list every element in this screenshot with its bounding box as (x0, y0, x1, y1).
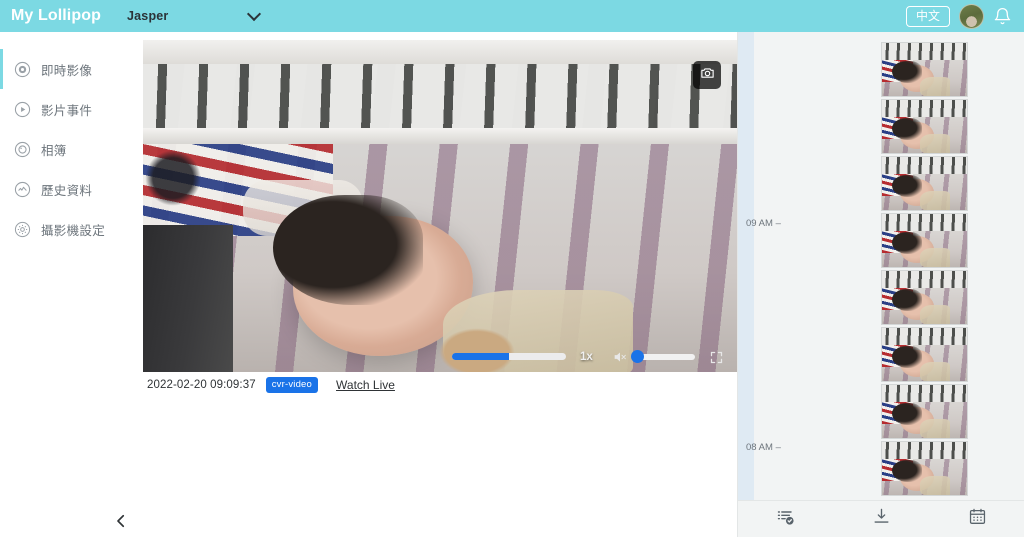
chevron-left-icon[interactable] (112, 512, 130, 530)
video-player[interactable] (143, 40, 737, 372)
active-indicator (0, 169, 3, 209)
video-frame (143, 40, 737, 372)
watch-live-link[interactable]: Watch Live (336, 378, 395, 392)
thumb-blanket-decor (920, 77, 950, 96)
sidebar-item-video-events[interactable]: 影片事件 (0, 89, 143, 129)
active-indicator (0, 89, 3, 129)
sidebar-item-label: 歷史資料 (41, 182, 93, 198)
play-circle-icon (14, 101, 31, 118)
sidebar-item-label: 即時影像 (41, 62, 93, 78)
child-selector-label: Jasper (126, 9, 169, 23)
thumbnail-item[interactable] (881, 99, 968, 154)
thumb-hair-decor (892, 175, 922, 197)
thumb-hair-decor (892, 289, 922, 311)
album-icon (14, 141, 31, 158)
sidebar-item-label: 攝影機設定 (41, 222, 106, 238)
timeline-track[interactable] (738, 32, 754, 500)
thumb-rail-decor (882, 157, 967, 174)
app-header: My Lollipop Jasper 中文 (0, 0, 1024, 32)
baby-hair-decor (273, 195, 423, 305)
speaker-muted-icon[interactable] (611, 349, 629, 365)
chevron-down-icon (246, 6, 261, 21)
video-controls: 1x (143, 340, 737, 372)
language-button[interactable]: 中文 (905, 5, 950, 27)
thumbnail-item[interactable] (881, 384, 968, 439)
thumbnail-item[interactable] (881, 42, 968, 97)
thumb-blanket-decor (920, 362, 950, 381)
download-button[interactable] (834, 501, 930, 537)
crib-lower-rail-decor (143, 128, 737, 144)
thumbnail-item[interactable] (881, 441, 968, 496)
app-root: My Lollipop Jasper 中文 即時影像 影片事件 相簿 歷史資料 … (0, 0, 1024, 537)
sidebar: 即時影像 影片事件 相簿 歷史資料 攝影機設定 (0, 32, 143, 537)
camera-icon (700, 65, 715, 85)
snapshot-button[interactable] (693, 61, 721, 89)
thumb-hair-decor (892, 403, 922, 425)
thumb-rail-decor (882, 328, 967, 345)
panel-bottom-toolbar (738, 500, 1024, 537)
sidebar-item-label: 相簿 (41, 142, 67, 158)
sidebar-item-label: 影片事件 (41, 102, 93, 118)
thumb-hair-decor (892, 232, 922, 254)
list-check-icon (776, 507, 796, 532)
timeline-hour-label: 09 AM – (746, 218, 781, 229)
thumbnail-list (881, 32, 981, 500)
thumb-blanket-decor (920, 191, 950, 210)
crib-top-decor (143, 40, 737, 64)
active-indicator (0, 49, 3, 89)
seek-bar-fill (452, 353, 509, 360)
sidebar-item-camera-settings[interactable]: 攝影機設定 (0, 209, 143, 249)
thumb-hair-decor (892, 346, 922, 368)
seek-bar[interactable] (452, 353, 566, 360)
sidebar-item-history[interactable]: 歷史資料 (0, 169, 143, 209)
gear-icon (14, 221, 31, 238)
clip-timestamp: 2022-02-20 09:09:37 (147, 379, 256, 391)
volume-slider-thumb[interactable] (631, 350, 644, 363)
avatar[interactable] (959, 3, 984, 29)
child-selector[interactable]: Jasper (126, 6, 261, 23)
thumbnail-item[interactable] (881, 213, 968, 268)
active-indicator (0, 209, 3, 249)
app-brand: My Lollipop (11, 7, 101, 24)
calendar-icon (968, 507, 987, 531)
pattern-decor (145, 150, 201, 220)
sidebar-item-live-video[interactable]: 即時影像 (0, 49, 143, 89)
thumb-blanket-decor (920, 476, 950, 495)
thumb-blanket-decor (920, 305, 950, 324)
download-icon (872, 507, 891, 531)
thumbnail-item[interactable] (881, 270, 968, 325)
active-indicator (0, 129, 3, 169)
history-chart-icon (14, 181, 31, 198)
thumb-rail-decor (882, 100, 967, 117)
thumb-rail-decor (882, 43, 967, 60)
calendar-button[interactable] (929, 501, 1024, 537)
bell-icon[interactable] (993, 7, 1012, 26)
thumb-hair-decor (892, 118, 922, 140)
thumb-blanket-decor (920, 134, 950, 153)
thumbnail-item[interactable] (881, 327, 968, 382)
thumb-rail-decor (882, 385, 967, 402)
thumb-blanket-decor (920, 248, 950, 267)
header-actions: 中文 (905, 3, 1012, 29)
sidebar-item-album[interactable]: 相簿 (0, 129, 143, 169)
thumb-rail-decor (882, 271, 967, 288)
clip-meta-row: 2022-02-20 09:09:37 cvr-video Watch Live (143, 374, 737, 396)
select-events-button[interactable] (738, 501, 834, 537)
thumbnail-item[interactable] (881, 156, 968, 211)
thumb-hair-decor (892, 460, 922, 482)
live-video-icon (14, 61, 31, 78)
thumb-rail-decor (882, 442, 967, 459)
timeline-hour-label: 08 AM – (746, 442, 781, 453)
event-timeline-panel: 09 AM – 08 AM – (737, 32, 1024, 537)
playback-speed-label[interactable]: 1x (580, 351, 593, 363)
fullscreen-icon[interactable] (709, 350, 724, 365)
status-badge: cvr-video (265, 377, 319, 393)
thumb-blanket-decor (920, 419, 950, 438)
thumb-rail-decor (882, 214, 967, 231)
thumb-hair-decor (892, 61, 922, 83)
